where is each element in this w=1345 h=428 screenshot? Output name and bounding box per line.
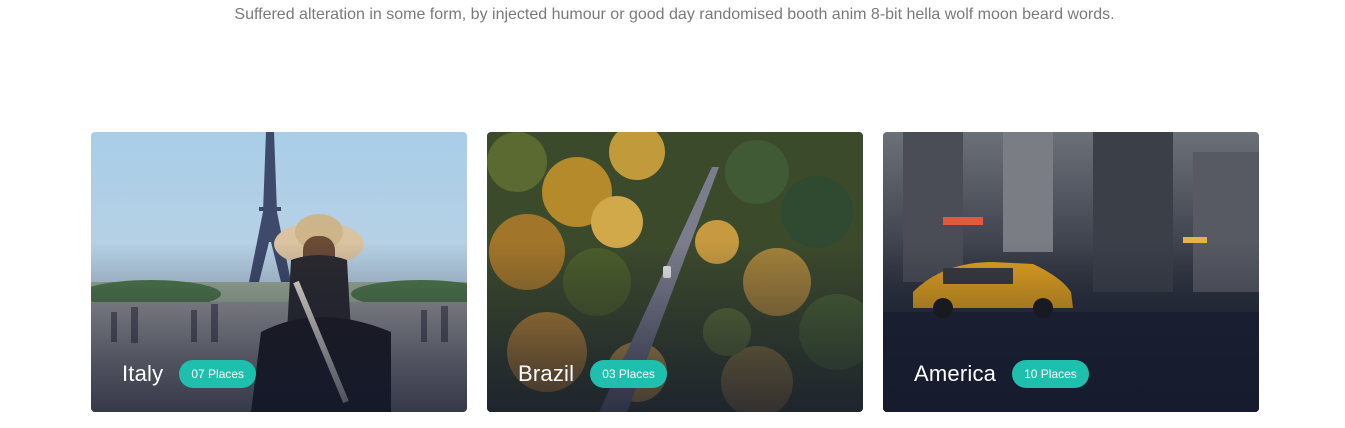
card-caption: America 10 Places (914, 360, 1089, 388)
section-subtitle: Suffered alteration in some form, by inj… (234, 6, 1115, 23)
places-badge: 07 Places (179, 360, 257, 388)
places-badge: 03 Places (590, 360, 667, 388)
destination-card-brazil[interactable]: Brazil 03 Places (487, 132, 863, 412)
destination-name: Brazil (518, 361, 575, 386)
card-caption: Brazil 03 Places (518, 360, 667, 388)
destination-name: America (914, 361, 997, 386)
destination-cards: Italy 07 Places Brazil 03 Places America… (91, 132, 1259, 412)
destinations-section: Suffered alteration in some form, by inj… (0, 0, 1345, 428)
card-caption: Italy 07 Places (122, 360, 257, 388)
destination-card-america[interactable]: America 10 Places (883, 132, 1259, 412)
destination-name: Italy (122, 361, 164, 386)
places-badge: 10 Places (1012, 360, 1089, 388)
destination-card-italy[interactable]: Italy 07 Places (91, 132, 467, 412)
